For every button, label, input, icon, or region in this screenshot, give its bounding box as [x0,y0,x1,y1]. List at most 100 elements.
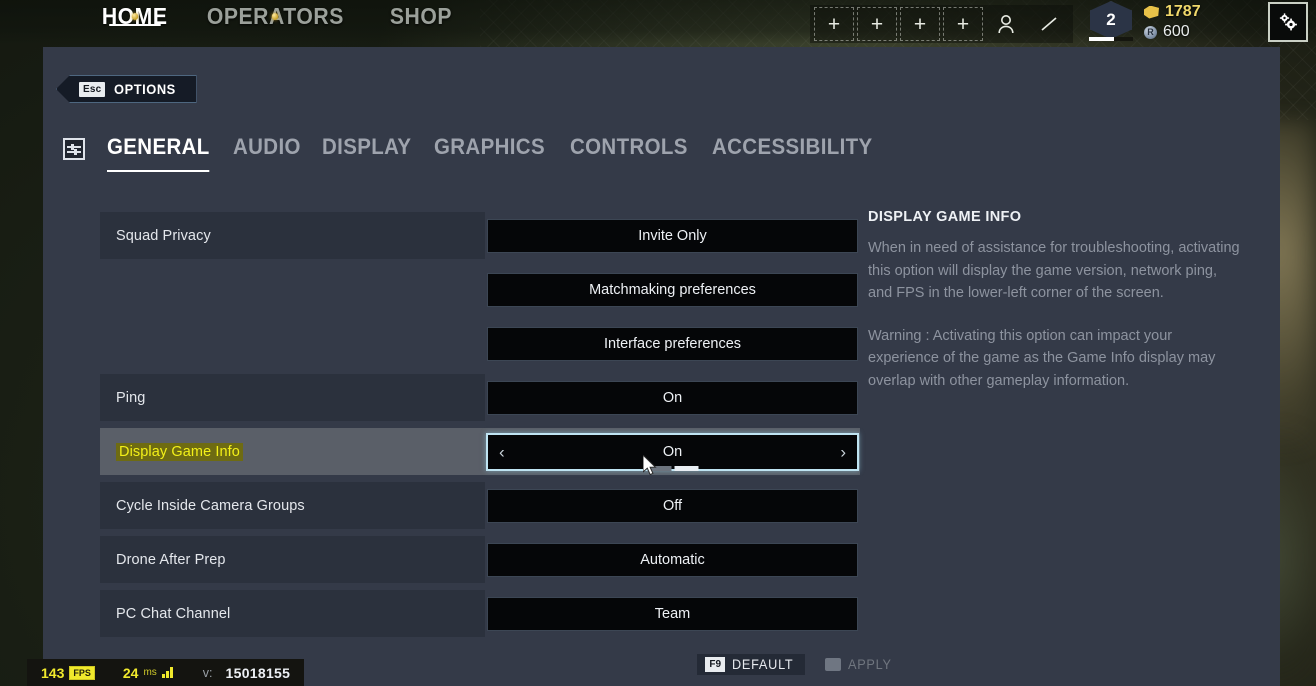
f9-key-chip: F9 [705,657,726,672]
active-tab-underline [108,24,161,26]
setting-value-button[interactable]: On [487,380,858,415]
nav-tab-shop[interactable]: SHOP [388,0,454,30]
options-category-tabs: GENERAL AUDIO DISPLAY GRAPHICS CONTROLS … [63,134,885,172]
setting-label-cell: Drone After Prep [100,536,485,583]
setting-label: PC Chat Channel [116,605,231,622]
setting-value-cell: Invite Only [485,212,860,259]
fps-value: 143 [41,664,65,681]
default-button[interactable]: F9 DEFAULT [697,654,806,675]
setting-label-cell: Ping [100,374,485,421]
setting-description-panel: DISPLAY GAME INFO When in need of assist… [868,209,1243,392]
tab-graphics-label: GRAPHICS [434,134,546,159]
ping-unit: ms [143,667,157,678]
tab-controls[interactable]: CONTROLS [570,134,688,164]
add-slot-button-3[interactable]: + [900,7,940,41]
tab-audio[interactable]: AUDIO [233,134,301,164]
description-paragraph-2: Warning : Activating this option can imp… [868,327,1216,389]
setting-row-pc-chat-channel[interactable]: PC Chat Channel Team [100,590,860,637]
version-label: v: [202,665,213,680]
game-info-overlay: 143 FPS 24 ms v: 15018155 [27,659,305,686]
credits-glyph: R [1147,27,1154,37]
squad-member-button[interactable] [986,7,1026,41]
setting-value-text: Matchmaking preferences [589,281,756,298]
setting-label-cell: Squad Privacy [100,212,485,259]
setting-label-cell: PC Chat Channel [100,590,485,637]
fps-readout: 143 FPS [41,665,95,681]
version-readout: v: 15018155 [173,665,290,681]
credits-icon: R [1144,25,1157,39]
setting-row-ping[interactable]: Ping On [100,374,860,421]
display-game-info-selector[interactable]: ‹ On › [486,432,859,471]
ping-value: 24 [122,664,139,681]
setting-label: Drone After Prep [116,551,226,568]
nav-tab-home[interactable]: HOME [100,0,169,30]
setting-value-text: Off [662,497,683,514]
loadout-slot-strip: + + + + [810,5,1073,43]
setting-value-text: Invite Only [638,227,707,244]
main-nav-tabs: HOME OPERATORS SHOP [100,0,460,44]
segment-2-active [674,465,698,471]
tab-accessibility[interactable]: ACCESSIBILITY [712,134,873,164]
sliders-icon [63,138,85,160]
tab-general-label: GENERAL [107,134,210,159]
level-progress-bar [1089,37,1133,41]
setting-row-matchmaking-preferences[interactable]: Matchmaking preferences [100,266,860,313]
tab-display-label: DISPLAY [322,134,412,159]
tab-graphics[interactable]: GRAPHICS [434,134,545,164]
version-value: 15018155 [225,664,291,681]
setting-value-button[interactable]: Off [487,488,858,523]
setting-row-interface-preferences[interactable]: Interface preferences [100,320,860,367]
renown-row[interactable]: 1787 [1144,2,1242,22]
credits-row[interactable]: R 600 [1144,22,1242,42]
segment-1 [647,465,671,471]
nav-tab-operators[interactable]: OPERATORS [205,0,346,30]
setting-label-cell [100,320,485,367]
settings-button[interactable] [1268,2,1308,42]
setting-value-text: On [662,443,683,460]
setting-row-display-game-info[interactable]: Display Game Info ‹ On › [100,428,860,475]
selector-segment-indicator [647,465,698,471]
setting-row-cycle-inside-camera-groups[interactable]: Cycle Inside Camera Groups Off [100,482,860,529]
apply-button[interactable]: APPLY [817,654,903,675]
setting-value-cell: ‹ On › [485,428,860,475]
setting-value-button[interactable]: Invite Only [487,218,858,253]
interface-preferences-button[interactable]: Interface preferences [487,326,858,361]
top-navigation-bar: HOME OPERATORS SHOP + + + [0,0,1316,44]
tab-accessibility-label: ACCESSIBILITY [712,134,873,159]
level-value: 2 [1106,10,1116,29]
setting-row-drone-after-prep[interactable]: Drone After Prep Automatic [100,536,860,583]
setting-value-cell: On [485,374,860,421]
options-title-label: OPTIONS [114,81,177,97]
setting-label-cell: Cycle Inside Camera Groups [100,482,485,529]
matchmaking-preferences-button[interactable]: Matchmaking preferences [487,272,858,307]
plus-icon: + [827,12,841,36]
options-panel: Esc OPTIONS GENERAL AUDIO DISPLAY GRAPHI… [43,47,1280,686]
setting-value-button[interactable]: Automatic [487,542,858,577]
tab-display[interactable]: DISPLAY [322,134,411,164]
setting-value-text: On [662,389,683,406]
add-slot-button-4[interactable]: + [943,7,983,41]
game-screen: HOME OPERATORS SHOP + + + [0,0,1316,686]
setting-value-text: Interface preferences [603,335,742,352]
player-level[interactable]: 2 [1082,0,1140,44]
add-slot-button-1[interactable]: + [814,7,854,41]
setting-label-cell: Display Game Info [100,428,485,475]
apply-key-icon [825,658,842,671]
setting-label: Cycle Inside Camera Groups [116,497,305,514]
tab-general[interactable]: GENERAL [107,134,210,172]
setting-value-button[interactable]: Team [487,596,858,631]
back-options-button[interactable]: Esc OPTIONS [56,75,197,103]
setting-value-cell: Matchmaking preferences [485,266,860,313]
setting-value-text: Automatic [640,551,705,568]
empty-slot-button[interactable] [1029,7,1069,41]
signal-bars-icon [161,667,173,678]
default-button-label: DEFAULT [732,657,794,672]
plus-icon: + [956,12,970,36]
add-slot-button-2[interactable]: + [857,7,897,41]
setting-row-squad-privacy[interactable]: Squad Privacy Invite Only [100,212,860,259]
currency-display: 1787 R 600 [1144,2,1242,42]
settings-list: Squad Privacy Invite Only Matchmaking pr… [100,212,860,644]
chevron-left-icon[interactable]: ‹ [499,443,505,460]
chevron-right-icon[interactable]: › [840,443,846,460]
setting-label: Display Game Info [116,442,243,461]
